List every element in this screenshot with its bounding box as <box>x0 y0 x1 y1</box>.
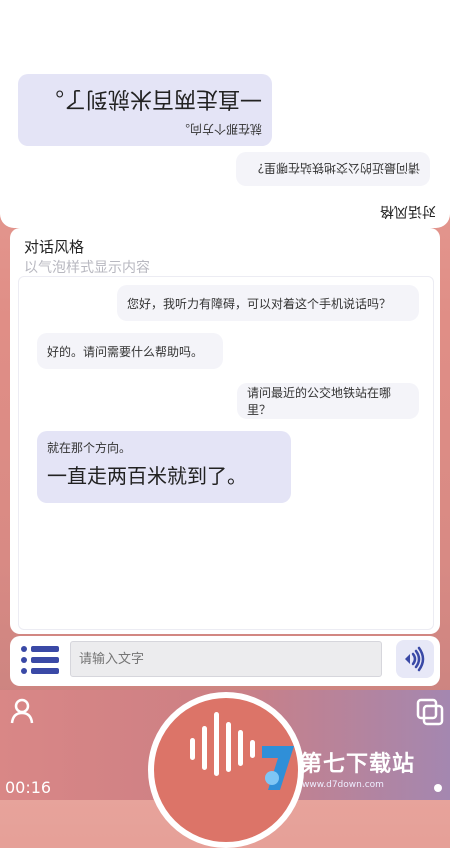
message-text: 您好，我听力有障碍，可以对着这个手机说话吗？ <box>127 296 392 311</box>
chat-bubble-right: 您好，我听力有障碍，可以对着这个手机说话吗？ <box>117 285 419 321</box>
mirror-card: 对话风格 请问最近的公交地铁站在哪里？ 就在那个方向。 一直走两百米就到了。 <box>4 2 436 228</box>
mirror-panel-flipped: 对话风格 请问最近的公交地铁站在哪里？ 就在那个方向。 一直走两百米就到了。 <box>0 0 450 228</box>
chat-area[interactable]: 您好，我听力有障碍，可以对着这个手机说话吗？ 好的。请问需要什么帮助吗。 请问最… <box>18 276 434 630</box>
message-large-text: 一直走两百米就到了。 <box>47 464 247 488</box>
copy-icon[interactable] <box>416 698 444 726</box>
voice-wave-icon <box>188 708 264 778</box>
message-text: 请问最近的公交地铁站在哪里？ <box>247 386 392 417</box>
message-small-text: 就在那个方向。 <box>47 441 132 455</box>
mirror-style-title: 对话风格 <box>380 203 436 219</box>
style-title: 对话风格 <box>24 238 85 256</box>
mirror-answer-bubble: 就在那个方向。 一直走两百米就到了。 <box>18 74 272 146</box>
chat-card: 对话风格 以气泡样式显示内容 您好，我听力有障碍，可以对着这个手机说话吗？ 好的… <box>10 228 440 634</box>
mirror-panel: 对话风格 请问最近的公交地铁站在哪里？ 就在那个方向。 一直走两百米就到了。 <box>0 0 450 228</box>
chat-bubble-left: 好的。请问需要什么帮助吗。 <box>37 333 223 369</box>
chat-bubble-right: 请问最近的公交地铁站在哪里？ <box>237 383 419 419</box>
message-text: 好的。请问需要什么帮助吗。 <box>47 344 204 359</box>
style-subtitle: 以气泡样式显示内容 <box>24 260 150 276</box>
recording-timer: 00:16 <box>5 778 52 797</box>
watermark-url: www.d7down.com <box>302 780 384 790</box>
text-input[interactable] <box>70 641 382 677</box>
user-icon[interactable] <box>10 698 34 724</box>
input-row <box>10 636 440 686</box>
watermark-text: 第七下载站 <box>300 752 416 777</box>
speak-button[interactable] <box>396 640 434 678</box>
watermark-dot <box>434 784 442 792</box>
mirror-question-text: 请问最近的公交地铁站在哪里？ <box>251 161 420 176</box>
list-menu-icon[interactable] <box>20 644 60 676</box>
watermark-logo: 第七下载站 www.d7down.com <box>258 740 448 798</box>
mirror-question-bubble: 请问最近的公交地铁站在哪里？ <box>236 152 430 186</box>
mirror-answer-large: 一直走两百米就到了。 <box>41 86 262 111</box>
chat-bubble-highlight: 就在那个方向。 一直走两百米就到了。 <box>37 431 291 503</box>
speaker-sound-icon <box>405 646 425 672</box>
mirror-answer-small: 就在那个方向。 <box>177 122 262 136</box>
recording-bar: 00:16 第七下载站 www.d7down.com <box>0 690 450 848</box>
